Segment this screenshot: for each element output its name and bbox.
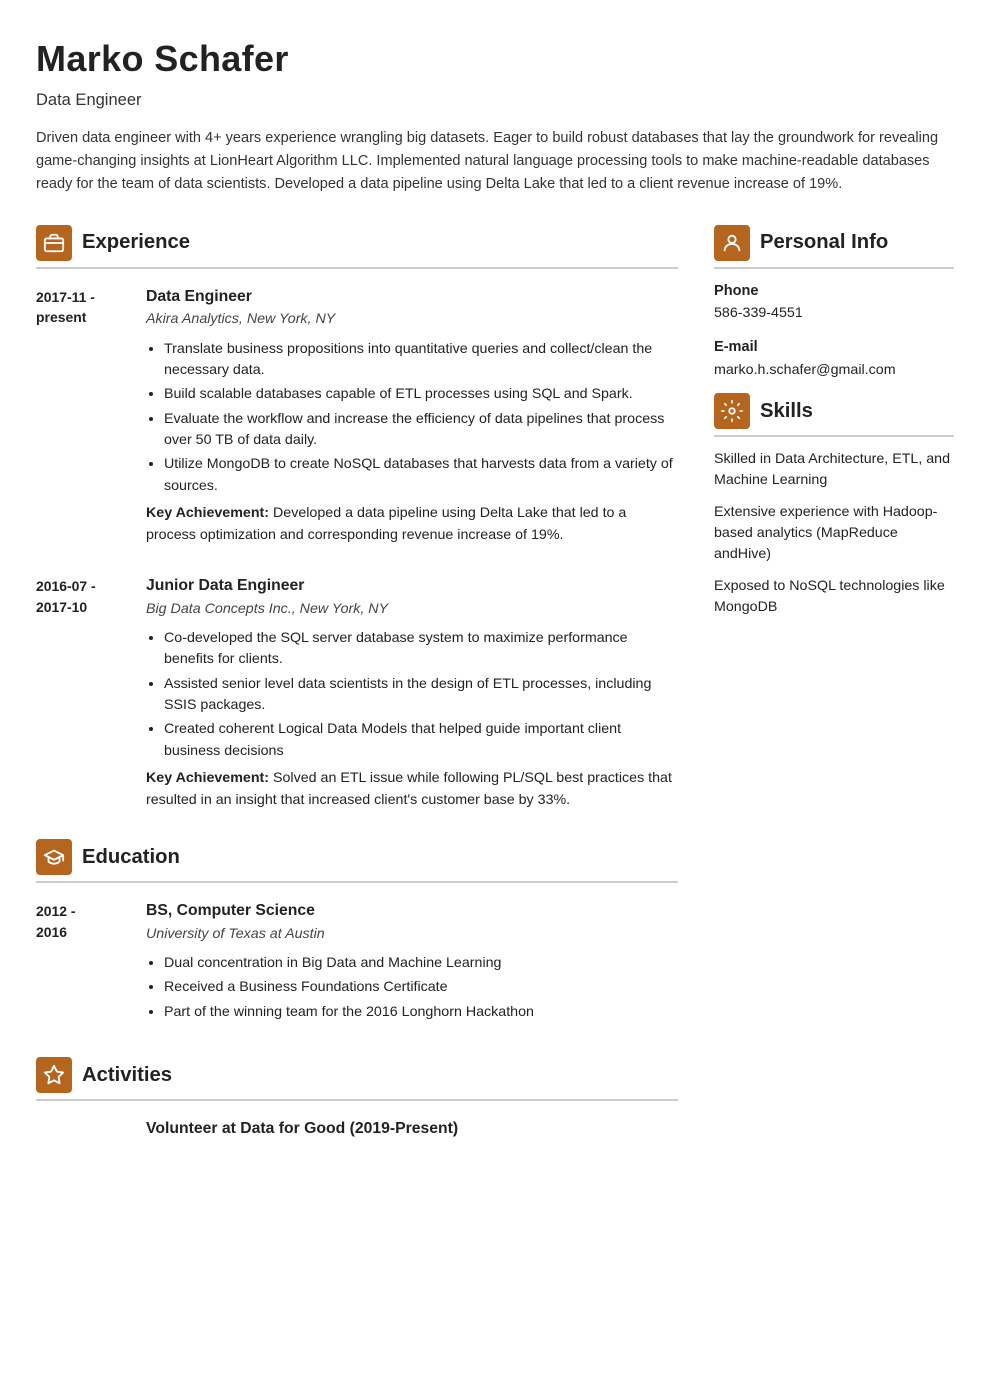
exp1-dates: 2017-11 - present [36,285,146,546]
edu1-content: BS, Computer Science University of Texas… [146,899,678,1029]
personal-info-divider [714,267,954,269]
exp1-company: Akira Analytics, New York, NY [146,309,678,330]
email-value: marko.h.schafer@gmail.com [714,360,954,381]
activity-1-title: Volunteer at Data for Good (2019-Present… [146,1117,678,1141]
left-column: Experience 2017-11 - present Data Engine… [36,225,678,1141]
education-divider [36,881,678,883]
list-item: Dual concentration in Big Data and Machi… [164,953,678,974]
list-item: Build scalable databases capable of ETL … [164,384,678,405]
skills-title: Skills [760,396,813,426]
personal-info-title: Personal Info [760,227,888,257]
education-entry-1: 2012 - 2016 BS, Computer Science Univers… [36,899,678,1029]
list-item: Evaluate the workflow and increase the e… [164,409,678,452]
candidate-title: Data Engineer [36,88,954,113]
email-label: E-mail [714,337,954,359]
list-item: Co-developed the SQL server database sys… [164,628,678,671]
exp1-content: Data Engineer Akira Analytics, New York,… [146,285,678,546]
list-item: Created coherent Logical Data Models tha… [164,719,678,762]
edu1-dates: 2012 - 2016 [36,899,146,1029]
exp1-achievement: Key Achievement: Developed a data pipeli… [146,503,678,546]
candidate-name: Marko Schafer [36,32,954,86]
experience-title: Experience [82,227,190,257]
skills-header: Skills [714,393,954,429]
activities-section-header: Activities [36,1057,678,1093]
activities-divider [36,1099,678,1101]
phone-label: Phone [714,281,954,303]
candidate-summary: Driven data engineer with 4+ years exper… [36,127,954,197]
personal-info-header: Personal Info [714,225,954,261]
list-item: Utilize MongoDB to create NoSQL database… [164,454,678,497]
skills-icon [714,393,750,429]
skill-1: Skilled in Data Architecture, ETL, and M… [714,449,954,492]
education-title: Education [82,842,180,872]
list-item: Translate business propositions into qua… [164,339,678,382]
activities-title: Activities [82,1060,172,1090]
exp2-bullets: Co-developed the SQL server database sys… [146,628,678,762]
list-item: Part of the winning team for the 2016 Lo… [164,1002,678,1023]
education-section-header: Education [36,839,678,875]
experience-icon [36,225,72,261]
experience-divider [36,267,678,269]
exp2-dates: 2016-07 - 2017-10 [36,574,146,811]
experience-entry-2: 2016-07 - 2017-10 Junior Data Engineer B… [36,574,678,811]
education-icon [36,839,72,875]
experience-entry-1: 2017-11 - present Data Engineer Akira An… [36,285,678,546]
exp1-bullets: Translate business propositions into qua… [146,339,678,498]
experience-section-header: Experience [36,225,678,261]
list-item: Received a Business Foundations Certific… [164,977,678,998]
exp2-content: Junior Data Engineer Big Data Concepts I… [146,574,678,811]
edu1-school: University of Texas at Austin [146,924,678,945]
skill-2: Extensive experience with Hadoop-based a… [714,502,954,566]
right-column: Personal Info Phone 586-339-4551 E-mail … [714,225,954,629]
edu1-bullets: Dual concentration in Big Data and Machi… [146,953,678,1023]
exp2-achievement: Key Achievement: Solved an ETL issue whi… [146,768,678,811]
list-item: Assisted senior level data scientists in… [164,674,678,717]
skill-3: Exposed to NoSQL technologies like Mongo… [714,576,954,619]
exp1-title: Data Engineer [146,285,678,309]
exp2-company: Big Data Concepts Inc., New York, NY [146,599,678,620]
personal-info-icon [714,225,750,261]
activities-icon [36,1057,72,1093]
edu1-title: BS, Computer Science [146,899,678,923]
exp2-title: Junior Data Engineer [146,574,678,598]
skills-divider [714,435,954,437]
phone-value: 586-339-4551 [714,303,954,324]
